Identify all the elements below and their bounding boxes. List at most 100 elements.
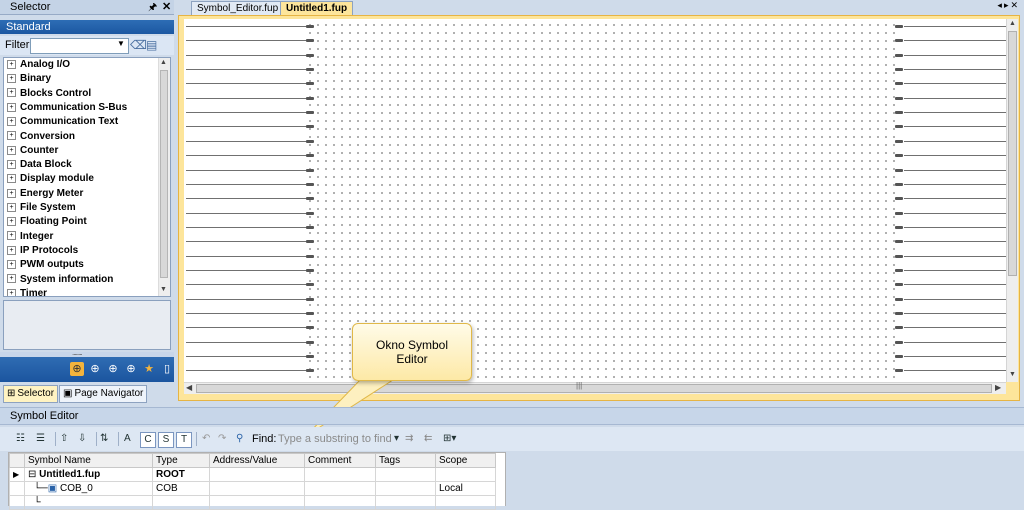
output-connector[interactable] <box>895 111 903 115</box>
input-line[interactable] <box>186 183 306 185</box>
scroll-down-icon[interactable]: ▼ <box>160 286 167 293</box>
output-line[interactable] <box>904 169 1018 171</box>
expand-icon[interactable]: + <box>7 217 16 227</box>
pin-icon[interactable]: 🖈 <box>148 0 157 17</box>
eraser-icon[interactable]: ⌫ <box>130 38 147 52</box>
output-connector[interactable] <box>895 82 903 86</box>
input-line[interactable] <box>186 356 306 358</box>
expand-icon[interactable]: + <box>7 88 16 98</box>
output-connector[interactable] <box>895 125 903 129</box>
output-line[interactable] <box>904 370 1018 372</box>
input-line[interactable] <box>186 327 306 329</box>
input-line[interactable] <box>186 69 306 71</box>
scroll-up-icon[interactable]: ▲ <box>160 59 167 66</box>
symbol-tags[interactable] <box>375 467 436 482</box>
input-connector[interactable] <box>306 297 314 301</box>
collapse-icon[interactable]: ⊟ <box>28 469 36 480</box>
arrow-up-icon[interactable]: ⇧ <box>60 432 68 446</box>
input-connector[interactable] <box>306 125 314 129</box>
input-connector[interactable] <box>306 355 314 359</box>
input-connector[interactable] <box>306 268 314 272</box>
output-line[interactable] <box>904 226 1018 228</box>
expand-icon[interactable]: + <box>7 74 16 84</box>
output-line[interactable] <box>904 327 1018 329</box>
symbol-comment[interactable] <box>304 481 376 496</box>
output-line[interactable] <box>904 69 1018 71</box>
tree-item[interactable]: + Blocks Control <box>7 88 91 102</box>
tab-selector[interactable]: ⊞ Selector <box>3 385 59 403</box>
output-connector[interactable] <box>895 240 903 244</box>
input-connector[interactable] <box>306 68 314 72</box>
output-connector[interactable] <box>895 96 903 100</box>
arrow-down-icon[interactable]: ⇩ <box>78 432 86 446</box>
tree-item[interactable]: + Data Block <box>7 159 72 173</box>
symbol-scope[interactable]: Local <box>435 481 496 496</box>
tab-nav-controls[interactable]: ◂▸✕ <box>997 0 1020 11</box>
chevron-down-icon[interactable]: ▾ <box>394 432 399 446</box>
tree-item[interactable]: + Communication Text <box>7 116 118 130</box>
input-connector[interactable] <box>306 25 314 28</box>
symbol-address[interactable] <box>209 467 305 482</box>
output-connector[interactable] <box>895 182 903 186</box>
tree-item[interactable]: + Binary <box>7 73 51 87</box>
input-connector[interactable] <box>306 53 314 57</box>
chevron-down-icon[interactable]: ▼ <box>116 39 126 51</box>
tree-item[interactable]: + File System <box>7 202 76 216</box>
filter-t-button[interactable]: T <box>176 432 192 448</box>
output-line[interactable] <box>904 40 1018 42</box>
input-connector[interactable] <box>306 197 314 201</box>
tree-scrollbar[interactable]: ▲ ▼ <box>158 58 170 296</box>
tree-item[interactable]: + Display module <box>7 173 94 187</box>
output-connector[interactable] <box>895 326 903 330</box>
output-line[interactable] <box>904 356 1018 358</box>
block-icon-1[interactable]: ⊕ <box>70 362 84 376</box>
symbol-comment[interactable] <box>304 467 376 482</box>
output-connector[interactable] <box>895 297 903 301</box>
tree-item[interactable]: + System information <box>7 274 113 288</box>
output-connector[interactable] <box>895 254 903 258</box>
input-connector[interactable] <box>306 111 314 115</box>
output-line[interactable] <box>904 97 1018 99</box>
output-connector[interactable] <box>895 168 903 172</box>
expand-icon[interactable]: + <box>7 188 16 198</box>
filter-s-button[interactable]: S <box>158 432 174 448</box>
scroll-up-icon[interactable]: ▲ <box>1009 20 1016 27</box>
expand-icon[interactable]: + <box>7 288 16 296</box>
tree-item[interactable]: + Floating Point <box>7 216 87 230</box>
find-prev-icon[interactable]: ⇇ <box>424 432 432 446</box>
input-line[interactable] <box>186 341 306 343</box>
input-line[interactable] <box>186 112 306 114</box>
output-connector[interactable] <box>895 53 903 57</box>
output-connector[interactable] <box>895 312 903 315</box>
tree-item[interactable]: + Communication S-Bus <box>7 102 127 116</box>
input-line[interactable] <box>186 313 306 314</box>
tree-item[interactable]: + IP Protocols <box>7 245 78 259</box>
col-type[interactable]: Type <box>152 453 210 468</box>
tree-view-icon[interactable]: ☷ <box>16 432 25 446</box>
input-line[interactable] <box>186 140 306 142</box>
output-line[interactable] <box>904 126 1018 128</box>
expand-icon[interactable]: + <box>7 245 16 255</box>
input-line[interactable] <box>186 126 306 128</box>
output-connector[interactable] <box>895 139 903 143</box>
output-connector[interactable] <box>895 369 903 373</box>
input-line[interactable] <box>186 284 306 286</box>
output-connector[interactable] <box>895 211 903 215</box>
output-line[interactable] <box>904 54 1018 56</box>
tab-page-navigator[interactable]: ▣ Page Navigator <box>59 385 148 403</box>
col-tags[interactable]: Tags <box>375 453 436 468</box>
output-connector[interactable] <box>895 355 903 359</box>
sort-icon[interactable]: ⇅ <box>100 432 108 446</box>
input-connector[interactable] <box>306 211 314 215</box>
expand-icon[interactable]: + <box>7 274 16 284</box>
input-line[interactable] <box>186 169 306 171</box>
input-connector[interactable] <box>306 225 314 229</box>
output-line[interactable] <box>904 269 1018 271</box>
output-line[interactable] <box>904 83 1018 85</box>
output-line[interactable] <box>904 341 1018 343</box>
input-connector[interactable] <box>306 139 314 143</box>
input-connector[interactable] <box>306 240 314 244</box>
options-icon[interactable]: ⊞▾ <box>443 432 456 446</box>
output-line[interactable] <box>904 155 1018 157</box>
symbol-scope[interactable] <box>435 467 496 482</box>
